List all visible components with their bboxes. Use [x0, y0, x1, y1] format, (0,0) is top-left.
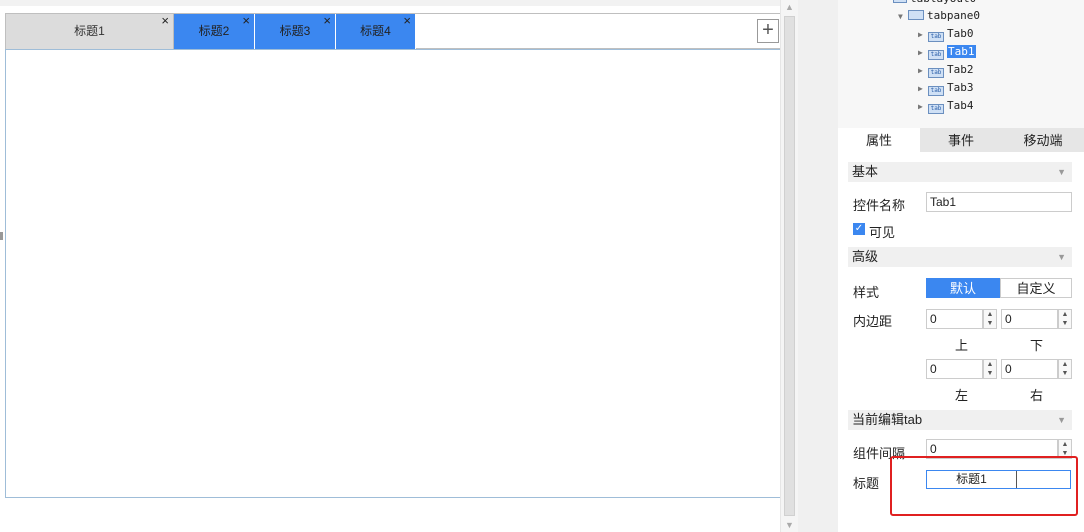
- padding-top-stepper[interactable]: ▲ ▼: [983, 309, 997, 329]
- padding-left-caption: 左: [955, 388, 969, 403]
- section-current-tab[interactable]: 当前编辑tab ▼: [848, 410, 1072, 430]
- expand-arrow-icon[interactable]: ▶: [918, 99, 928, 115]
- tree-node-tab2[interactable]: ▶ tab Tab2: [918, 62, 974, 78]
- tab-label: 标题1: [74, 24, 105, 38]
- padding-bottom-stepper[interactable]: ▲ ▼: [1058, 309, 1072, 329]
- name-label: 控件名称: [853, 198, 906, 213]
- padding-top-caption: 上: [955, 338, 969, 353]
- expand-arrow-icon[interactable]: ▶: [918, 81, 928, 97]
- tree-node-tab3[interactable]: ▶ tab Tab3: [918, 80, 974, 96]
- tab-title-1[interactable]: 标题1 ×: [6, 13, 174, 49]
- title-label: 标题: [853, 476, 880, 491]
- padding-right-input[interactable]: 0: [1001, 359, 1058, 379]
- padding-label: 内边距: [853, 314, 893, 329]
- tab-events[interactable]: 事件: [920, 128, 1002, 152]
- tree-node-tab4[interactable]: ▶ tab Tab4: [918, 98, 974, 114]
- tab-title-3[interactable]: 标题3 ×: [255, 13, 336, 49]
- widget-name-field[interactable]: Tab1: [926, 192, 1072, 212]
- style-default-option[interactable]: 默认: [926, 278, 1000, 298]
- close-icon[interactable]: ×: [242, 4, 250, 38]
- tab-properties[interactable]: 属性: [838, 128, 920, 152]
- panel-tabs: 属性 事件 移动端: [838, 128, 1084, 152]
- tab-icon: tab: [928, 32, 944, 42]
- visible-label: 可见: [869, 225, 896, 240]
- add-tab-icon[interactable]: +: [757, 19, 779, 43]
- layout-icon: [893, 0, 907, 3]
- vertical-scrollbar[interactable]: ▲ ▼: [780, 0, 798, 532]
- section-title: 当前编辑tab: [852, 412, 923, 427]
- tab-icon: tab: [928, 68, 944, 78]
- section-basic[interactable]: 基本 ▼: [848, 162, 1072, 182]
- tree-node-tab0[interactable]: ▶ tab Tab0: [918, 26, 974, 42]
- tabpane-icon: [908, 10, 924, 20]
- properties-panel: tablayout0 ▼tabpane0 ▶tabTab0 ▶tabTab1 ▶…: [838, 0, 1084, 532]
- padding-left-input[interactable]: 0: [926, 359, 983, 379]
- chevron-down-icon: ▼: [1057, 167, 1066, 177]
- close-icon[interactable]: ×: [161, 4, 169, 38]
- tab-title-4[interactable]: 标题4 ×: [336, 13, 416, 49]
- tree-node-tablayout0[interactable]: tablayout0: [893, 0, 976, 7]
- chevron-down-icon: ▼: [1057, 415, 1066, 425]
- expand-arrow-icon[interactable]: ▶: [918, 27, 928, 43]
- close-icon[interactable]: ×: [323, 4, 331, 38]
- padding-bottom-input[interactable]: 0: [1001, 309, 1058, 329]
- panel-gutter: [798, 0, 838, 532]
- top-strip: [0, 0, 780, 6]
- section-advanced[interactable]: 高级 ▼: [848, 247, 1072, 267]
- highlight-box: [890, 456, 1078, 516]
- padding-top-input[interactable]: 0: [926, 309, 983, 329]
- tab-icon: tab: [928, 86, 944, 96]
- tab-icon: tab: [928, 104, 944, 114]
- tab-mobile[interactable]: 移动端: [1002, 128, 1084, 152]
- padding-right-caption: 右: [1030, 388, 1044, 403]
- padding-bottom-caption: 下: [1030, 338, 1044, 353]
- tab-label: 标题2: [198, 24, 230, 38]
- padding-left-stepper[interactable]: ▲ ▼: [983, 359, 997, 379]
- close-icon[interactable]: ×: [403, 4, 411, 38]
- scroll-thumb[interactable]: [784, 16, 795, 516]
- tab-content-pane[interactable]: [5, 49, 781, 498]
- tab-icon: tab: [928, 50, 944, 60]
- design-canvas-area: 标题1 × 标题2 × 标题3 × 标题4 × +: [0, 0, 781, 532]
- tree-node-tab1[interactable]: ▶ tab Tab1: [918, 44, 976, 60]
- expand-arrow-icon[interactable]: ▶: [918, 45, 928, 61]
- section-title: 基本: [852, 164, 879, 179]
- widget-tree: tablayout0 ▼tabpane0 ▶tabTab0 ▶tabTab1 ▶…: [838, 0, 1084, 128]
- tab-label: 标题3: [279, 24, 311, 38]
- style-label: 样式: [853, 285, 880, 300]
- tab-title-2[interactable]: 标题2 ×: [174, 13, 255, 49]
- tab-label: 标题4: [360, 24, 391, 38]
- scroll-down-icon[interactable]: ▼: [785, 520, 794, 530]
- section-title: 高级: [852, 249, 879, 264]
- expand-arrow-icon[interactable]: ▶: [918, 63, 928, 79]
- resize-handle[interactable]: [0, 232, 3, 240]
- padding-right-stepper[interactable]: ▲ ▼: [1058, 359, 1072, 379]
- chevron-down-icon: ▼: [1057, 252, 1066, 262]
- tab-bar: 标题1 × 标题2 × 标题3 × 标题4 × +: [5, 13, 781, 49]
- style-custom-option[interactable]: 自定义: [1000, 278, 1072, 298]
- visible-checkbox[interactable]: ✓: [853, 223, 865, 235]
- scroll-up-icon[interactable]: ▲: [785, 2, 794, 12]
- expand-arrow-icon[interactable]: ▼: [898, 9, 908, 25]
- tree-node-tabpane0[interactable]: ▼ tabpane0: [898, 8, 980, 24]
